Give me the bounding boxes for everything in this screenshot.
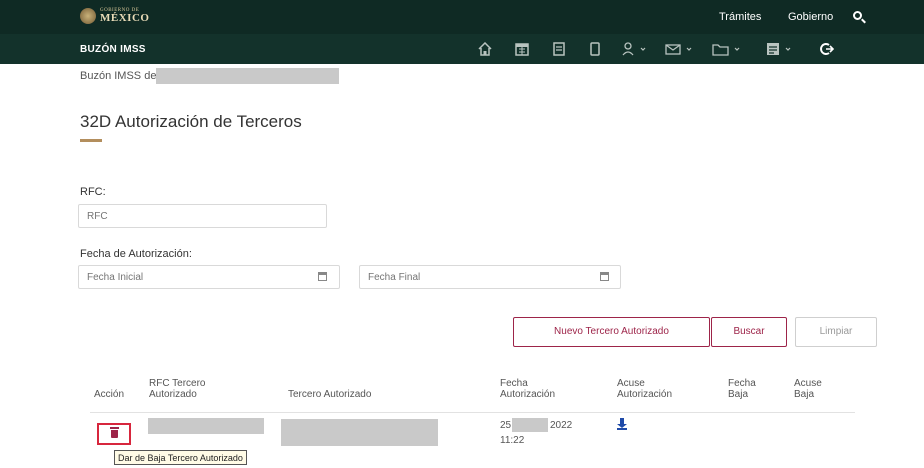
folder-menu-icon[interactable] (712, 42, 742, 56)
user-menu-icon[interactable] (622, 42, 648, 56)
column-header-acuse-autorizacion: Acuse Autorización (617, 378, 673, 400)
fecha-autorizacion-day: 25 (500, 420, 512, 431)
redacted-fecha-month (512, 418, 548, 432)
dar-de-baja-button[interactable] (97, 423, 131, 445)
link-tramites[interactable]: Trámites (719, 11, 761, 23)
mobile-icon[interactable] (590, 42, 600, 56)
redacted-tercero (281, 419, 438, 446)
nuevo-tercero-button[interactable]: Nuevo Tercero Autorizado (513, 317, 710, 347)
table-header-divider (90, 412, 855, 413)
subheader-title: BUZÓN IMSS (80, 44, 146, 55)
calendar-icon[interactable] (515, 42, 529, 56)
fecha-autorizacion-label: Fecha de Autorización: (80, 248, 192, 260)
calendar-icon[interactable] (318, 272, 327, 281)
column-header-acuse-baja: Acuse Baja (794, 378, 822, 400)
column-header-fecha-baja: Fecha Baja (728, 378, 756, 400)
limpiar-button[interactable]: Limpiar (795, 317, 877, 347)
redacted-rfc (148, 418, 264, 434)
page-title: 32D Autorización de Terceros (80, 112, 302, 131)
fecha-autorizacion-time: 11:22 (500, 435, 525, 446)
column-header-fecha-autorizacion: Fecha Autorización (500, 378, 556, 400)
mail-menu-icon[interactable] (665, 42, 695, 56)
download-icon[interactable] (617, 418, 627, 430)
emblem-icon (80, 8, 96, 24)
sub-header: BUZÓN IMSS (0, 34, 924, 64)
trash-icon (110, 427, 119, 438)
column-header-rfc-tercero: RFC Tercero Autorizado (149, 378, 206, 400)
reports-menu-icon[interactable] (766, 42, 796, 56)
greeting-text: Buzón IMSS de (80, 70, 157, 82)
document-icon[interactable] (552, 42, 566, 56)
logout-icon[interactable] (820, 42, 835, 56)
fecha-autorizacion-year: 2022 (550, 420, 573, 431)
logo-big-text: MÉXICO (100, 12, 150, 24)
title-underline (80, 139, 102, 142)
column-header-accion: Acción (94, 389, 125, 400)
redacted-name (156, 68, 339, 84)
link-gobierno[interactable]: Gobierno (788, 11, 833, 23)
column-header-tercero-autorizado: Tercero Autorizado (288, 389, 372, 400)
rfc-label: RFC: (80, 186, 106, 198)
top-header: GOBIERNO DE MÉXICO Trámites Gobierno (0, 0, 924, 34)
fecha-final-input[interactable] (359, 265, 621, 289)
calendar-icon[interactable] (600, 272, 609, 281)
tooltip: Dar de Baja Tercero Autorizado (114, 450, 247, 465)
gobierno-logo[interactable]: GOBIERNO DE MÉXICO (80, 8, 149, 24)
home-icon[interactable] (478, 41, 492, 56)
rfc-input[interactable] (78, 204, 327, 228)
buscar-button[interactable]: Buscar (711, 317, 787, 347)
search-icon[interactable] (853, 11, 862, 20)
fecha-inicial-input[interactable] (78, 265, 340, 289)
